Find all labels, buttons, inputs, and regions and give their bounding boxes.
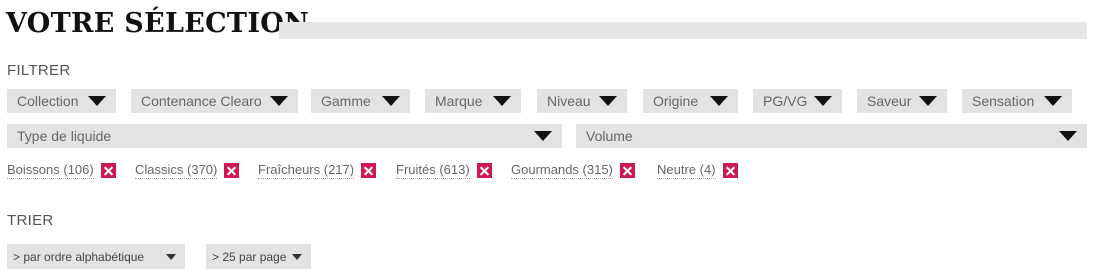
dropdown-label: Gamme — [321, 93, 371, 109]
dropdown-label: Origine — [653, 93, 699, 109]
chevron-down-icon — [1044, 96, 1062, 106]
dropdown-label: Niveau — [547, 93, 591, 109]
dropdown-label: PG/VG — [763, 93, 808, 109]
filter-label: FILTRER — [7, 62, 71, 79]
dropdown-label: Collection — [17, 93, 79, 109]
dropdown-sensation[interactable]: Sensation — [962, 89, 1072, 113]
active-filter-tag: Neutre (4) — [657, 162, 738, 179]
chevron-down-icon — [814, 96, 832, 106]
dropdown-label: Contenance Clearo — [141, 93, 262, 109]
active-filter-tag: Gourmands (315) — [511, 162, 635, 179]
dropdown-origine[interactable]: Origine — [643, 89, 738, 113]
dropdown-type-de-liquide[interactable]: Type de liquide — [7, 124, 562, 148]
sort-label: TRIER — [7, 212, 54, 229]
close-icon[interactable] — [100, 163, 116, 178]
active-filter-tag: Fraîcheurs (217) — [258, 162, 377, 179]
active-filter-link[interactable]: Classics (370) — [135, 162, 218, 179]
caret-down-icon — [292, 254, 302, 260]
dropdown-saveur[interactable]: Saveur — [857, 89, 947, 113]
dropdown-contenance-clearo[interactable]: Contenance Clearo — [131, 89, 298, 113]
active-filter-link[interactable]: Fraîcheurs (217) — [258, 162, 355, 179]
chevron-down-icon — [88, 96, 106, 106]
close-icon[interactable] — [476, 163, 492, 178]
active-filter-tag: Fruités (613) — [396, 162, 492, 179]
active-filter-link[interactable]: Neutre (4) — [657, 162, 716, 179]
chevron-down-icon — [599, 96, 617, 106]
dropdown-marque[interactable]: Marque — [425, 89, 521, 113]
per-page-value: > 25 par page — [212, 249, 287, 264]
close-icon[interactable] — [224, 163, 240, 178]
active-filter-tag: Boissons (106) — [7, 162, 116, 179]
dropdown-label: Volume — [586, 128, 633, 144]
page-title: VOTRE SÉLECTION — [6, 8, 310, 39]
chevron-down-icon — [382, 96, 400, 106]
dropdown-niveau[interactable]: Niveau — [537, 89, 627, 113]
dropdown-volume[interactable]: Volume — [576, 124, 1087, 148]
caret-down-icon — [166, 254, 176, 260]
dropdown-gamme[interactable]: Gamme — [311, 89, 410, 113]
sort-order-select[interactable]: > par ordre alphabétique — [7, 244, 185, 269]
close-icon[interactable] — [722, 163, 738, 178]
active-filter-link[interactable]: Gourmands (315) — [511, 162, 613, 179]
sort-order-value: > par ordre alphabétique — [13, 249, 145, 264]
chevron-down-icon — [493, 96, 511, 106]
dropdown-pg-vg[interactable]: PG/VG — [753, 89, 842, 113]
chevron-down-icon — [710, 96, 728, 106]
title-divider — [279, 22, 1087, 39]
dropdown-label: Sensation — [972, 93, 1035, 109]
dropdown-collection[interactable]: Collection — [7, 89, 116, 113]
dropdown-label: Saveur — [867, 93, 912, 109]
per-page-select[interactable]: > 25 par page — [206, 244, 311, 269]
active-filter-link[interactable]: Fruités (613) — [396, 162, 470, 179]
chevron-down-icon — [919, 96, 937, 106]
close-icon[interactable] — [361, 163, 377, 178]
chevron-down-icon — [1059, 131, 1077, 141]
close-icon[interactable] — [619, 163, 635, 178]
active-filter-link[interactable]: Boissons (106) — [7, 162, 94, 179]
chevron-down-icon — [270, 96, 288, 106]
dropdown-label: Marque — [435, 93, 483, 109]
dropdown-label: Type de liquide — [17, 128, 112, 144]
chevron-down-icon — [534, 131, 552, 141]
active-filter-tag: Classics (370) — [135, 162, 240, 179]
